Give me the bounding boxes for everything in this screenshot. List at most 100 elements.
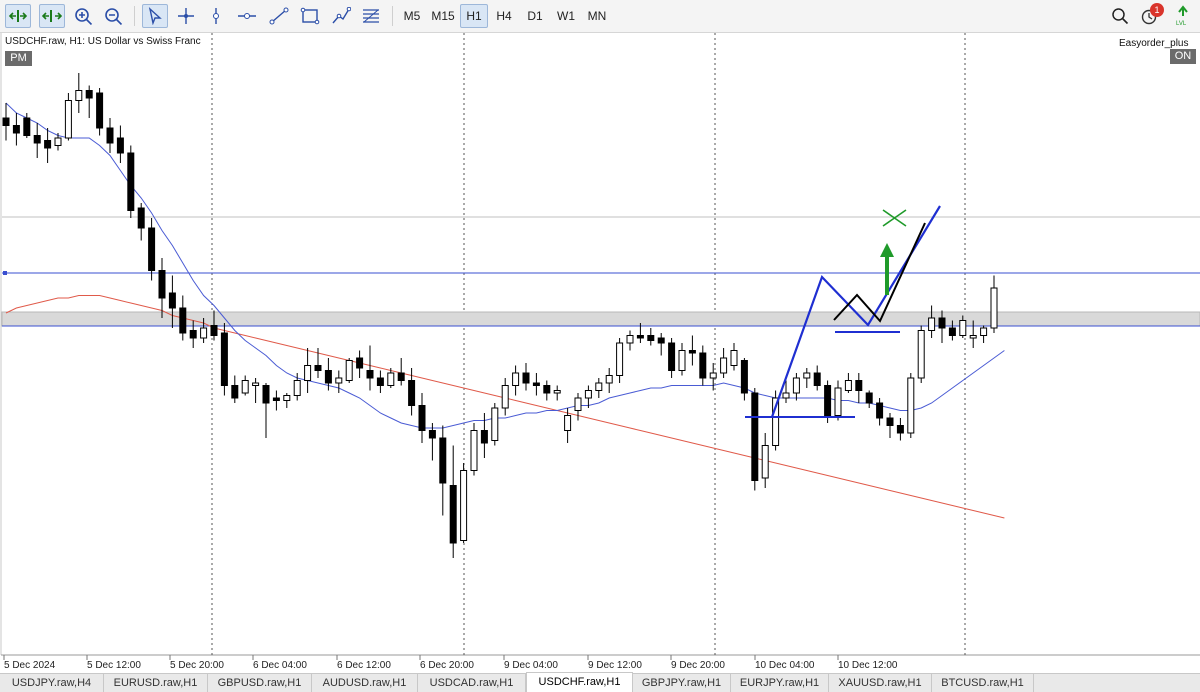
candle [116,125,124,163]
candle [803,368,811,388]
candle-body-bull [730,350,738,366]
rectangle-icon[interactable] [297,4,323,28]
candle [439,425,447,516]
candle [678,343,686,376]
candle-body-bear [824,385,832,416]
zoom-out-icon[interactable] [101,4,127,28]
tab-gbpjpy[interactable]: GBPJPY.raw,H1 [633,674,731,692]
candle-body-bear [751,392,759,481]
candle [418,393,426,443]
candle [834,380,842,421]
candle [657,333,665,356]
candle [449,445,457,558]
candle-body-bull [626,335,634,344]
candle [127,145,135,218]
candle [751,388,759,491]
timeframe-d1[interactable]: D1 [521,4,549,28]
tab-audusd[interactable]: AUDUSD.raw,H1 [312,674,418,692]
time-axis-labels: 5 Dec 2024 5 Dec 12:00 5 Dec 20:00 6 Dec 04… [3,655,898,671]
candle [980,325,988,343]
candle-body-bear [428,430,436,439]
timeframe-h4[interactable]: H4 [490,4,518,28]
trendline-icon[interactable] [266,4,292,28]
candle [96,88,104,136]
candle-body-bear [96,92,104,129]
candle-body-bear [938,317,946,329]
timeframe-h1[interactable]: H1 [460,4,488,28]
price-chart[interactable]: 5 Dec 2024 5 Dec 12:00 5 Dec 20:00 6 Dec 04… [0,33,1200,673]
cursor-icon[interactable] [142,4,168,28]
candle-body-bull [241,380,249,394]
candle-body-bull [460,470,468,541]
candle [605,368,613,393]
search-icon[interactable] [1107,4,1133,28]
candle-body-bear [636,335,644,339]
candle [428,423,436,461]
candle-body-bear [886,417,894,426]
candle [876,398,884,426]
notification-count-badge: 1 [1150,3,1164,17]
candle-body-bear [439,437,447,484]
candle [532,373,540,396]
vertical-line-icon[interactable] [203,4,229,28]
tab-usdchf[interactable]: USDCHF.raw,H1 [526,672,633,692]
candle [272,390,280,411]
chart-shift-icon[interactable] [39,4,65,28]
candle [647,328,655,346]
autoscroll-icon[interactable] [5,4,31,28]
candle-body-bull [917,330,925,379]
candle-body-bull [64,100,72,139]
crosshair-icon[interactable] [173,4,199,28]
tab-btcusd[interactable]: BTCUSD.raw,H1 [932,674,1034,692]
tab-usdcad[interactable]: USDCAD.raw,H1 [418,674,526,692]
candle [64,93,72,141]
tab-gbpusd[interactable]: GBPUSD.raw,H1 [208,674,312,692]
tab-eurusd[interactable]: EURUSD.raw,H1 [104,674,208,692]
candle [792,373,800,401]
candle [928,305,936,338]
polyline-icon[interactable] [328,4,354,28]
candle-body-bull [54,137,62,146]
time-axis-label: 9 Dec 12:00 [588,660,642,671]
candle [720,348,728,378]
timeframe-mn[interactable]: MN [583,4,611,28]
candle [283,393,291,408]
candle-body-bear [855,380,863,391]
candle-body-bull [782,392,790,399]
expert-status-badge[interactable]: ON [1170,49,1196,64]
timeframe-m15[interactable]: M15 [428,4,458,28]
candle [75,73,83,113]
tab-eurjpy[interactable]: EURJPY.raw,H1 [731,674,829,692]
candle-body-bull [844,380,852,391]
fibonacci-icon[interactable] [358,4,384,28]
candle [345,358,353,383]
signal-level-icon[interactable]: LVL [1170,4,1196,28]
zoom-in-icon[interactable] [71,4,97,28]
candle [813,365,821,391]
time-axis-label: 6 Dec 04:00 [253,660,307,671]
tab-xauusd[interactable]: XAUUSD.raw,H1 [829,674,932,692]
tab-usdjpy[interactable]: USDJPY.raw,H4 [0,674,104,692]
candle-body-bear [740,360,748,394]
candle [376,370,384,393]
candle [907,373,915,438]
candle [12,113,20,146]
candle-body-bull [564,415,572,431]
candle [460,463,468,543]
candle-body-bull [345,360,353,381]
candle [688,335,696,366]
toolbar-separator [392,6,393,26]
candle-body-bear [376,377,384,386]
horizontal-line-icon[interactable] [234,4,260,28]
chart-tabs-bar: USDJPY.raw,H4 EURUSD.raw,H1 GBPUSD.raw,H… [0,672,1200,692]
candle [397,358,405,386]
timeframe-m5[interactable]: M5 [398,4,426,28]
candle-body-bear [532,382,540,386]
candle-body-bear [148,227,156,271]
candle [865,390,873,408]
candle-body-bear [220,332,228,386]
candle-body-bull [75,90,83,101]
candle-body-bear [272,397,280,401]
timeframe-w1[interactable]: W1 [552,4,580,28]
candle [179,295,187,341]
